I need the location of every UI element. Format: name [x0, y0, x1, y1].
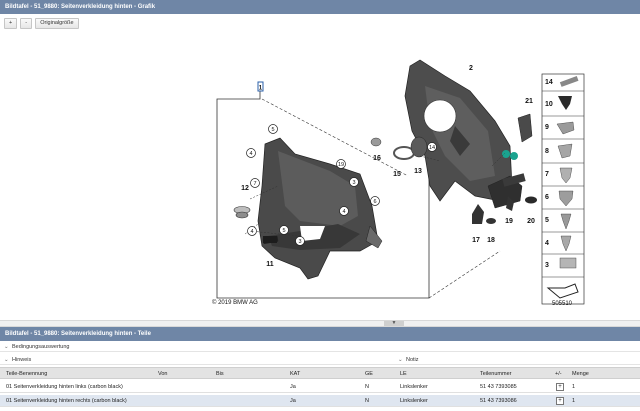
callout-15[interactable]: 15: [393, 171, 401, 178]
chevron-down-icon: ⌄: [4, 357, 9, 363]
callout-2[interactable]: 2: [469, 65, 473, 72]
col-header-le[interactable]: LE: [400, 368, 407, 380]
add-to-cart-button[interactable]: +: [556, 383, 564, 391]
callout-12[interactable]: 12: [241, 185, 249, 192]
callout-18[interactable]: 18: [487, 237, 495, 244]
hints-label: Hinweis: [12, 357, 32, 363]
callout-5[interactable]: 5: [271, 127, 274, 133]
parts-table-header: Teile-Benennung Von Bis KAT GE LE Teilen…: [0, 367, 640, 379]
part-number: 51 43 7393086: [480, 398, 517, 404]
chevron-down-icon: ⌄: [398, 357, 403, 363]
col-header-quantity[interactable]: Menge: [572, 368, 589, 380]
conditions-section[interactable]: ⌄ Bedingungsauswertung: [0, 343, 640, 352]
parts-diagram[interactable]: 1 5 4 7 19 3 6 4 4 3 5 14 12 11 2 21 16 …: [0, 36, 640, 319]
table-row[interactable]: 01 Seitenverkleidung hinten rechts (carb…: [0, 395, 640, 407]
part-le: Linkslenker: [400, 384, 428, 390]
hints-toggle[interactable]: ⌄ Hinweis: [4, 355, 31, 365]
legend-num-4: 4: [545, 240, 549, 247]
callout-4[interactable]: 4: [249, 151, 252, 157]
copyright-text: © 2019 BMW AG: [212, 299, 258, 306]
legend-num-10: 10: [545, 101, 553, 108]
zoom-out-button[interactable]: -: [20, 18, 33, 29]
trim-assembly-drawing: [370, 59, 537, 224]
part-name: 01 Seitenverkleidung hinten links (carbo…: [6, 384, 123, 390]
callout-19[interactable]: 19: [338, 162, 344, 168]
callout-20[interactable]: 20: [527, 218, 535, 225]
callout-17[interactable]: 17: [472, 237, 480, 244]
part-kat: Ja: [290, 398, 296, 404]
col-header-kat[interactable]: KAT: [290, 368, 300, 380]
parts-panel-title: Bildtafel - 51_9880: Seitenverkleidung h…: [0, 327, 640, 341]
part-kat: Ja: [290, 384, 296, 390]
legend-num-6: 6: [545, 194, 549, 201]
legend-num-8: 8: [545, 148, 549, 155]
conditions-label: Bedingungsauswertung: [12, 344, 70, 350]
col-header-name[interactable]: Teile-Benennung: [6, 368, 47, 380]
legend-num-14: 14: [545, 79, 553, 86]
legend-num-7: 7: [545, 171, 549, 178]
part-name: 01 Seitenverkleidung hinten rechts (carb…: [6, 398, 127, 404]
original-size-button[interactable]: Originalgröße: [35, 18, 79, 29]
col-header-bis[interactable]: Bis: [216, 368, 224, 380]
hints-notes-row: ⌄ Hinweis ⌄ Notiz: [0, 355, 640, 365]
callout-4-b[interactable]: 4: [342, 209, 345, 215]
part-le: Linkslenker: [400, 398, 428, 404]
chevron-down-icon: ⌄: [4, 344, 9, 350]
col-header-von[interactable]: Von: [158, 368, 167, 380]
callout-14[interactable]: 14: [429, 145, 435, 151]
callout-11[interactable]: 11: [266, 261, 274, 268]
notes-toggle[interactable]: ⌄ Notiz: [398, 355, 419, 365]
callout-5-b[interactable]: 5: [282, 228, 285, 234]
part-ge: N: [365, 384, 369, 390]
callout-3[interactable]: 3: [352, 180, 355, 186]
callout-13[interactable]: 13: [414, 168, 422, 175]
part-quantity: 1: [572, 384, 576, 390]
callout-6[interactable]: 6: [373, 199, 376, 205]
callout-16[interactable]: 16: [373, 155, 381, 162]
part-ge: N: [365, 398, 369, 404]
callout-21[interactable]: 21: [525, 98, 533, 105]
legend-num-5: 5: [545, 217, 549, 224]
col-header-plusminus[interactable]: +/-: [555, 368, 562, 380]
add-to-cart-button[interactable]: +: [556, 397, 564, 405]
image-number: 505510: [552, 301, 573, 307]
callout-7[interactable]: 7: [253, 181, 256, 187]
legend-num-3: 3: [545, 262, 549, 269]
graphic-panel-title: Bildtafel - 51_9880: Seitenverkleidung h…: [0, 0, 640, 14]
collapse-arrow-icon[interactable]: ▼: [384, 321, 404, 326]
parts-legend-column: [541, 73, 585, 305]
side-trim-panel-drawing: [233, 137, 383, 280]
callout-4-c[interactable]: 4: [250, 229, 253, 235]
callout-19-b[interactable]: 19: [505, 218, 513, 225]
notes-label: Notiz: [406, 357, 419, 363]
panel-splitter[interactable]: ▼: [0, 320, 640, 327]
graphic-toolbar: + - Originalgröße: [4, 18, 79, 30]
callout-3-b[interactable]: 3: [298, 239, 301, 245]
col-header-ge[interactable]: GE: [365, 368, 373, 380]
part-number: 51 43 7393085: [480, 384, 517, 390]
table-row[interactable]: 01 Seitenverkleidung hinten links (carbo…: [0, 381, 640, 393]
zoom-in-button[interactable]: +: [4, 18, 18, 29]
col-header-partnumber[interactable]: Teilenummer: [480, 368, 511, 380]
legend-num-9: 9: [545, 124, 549, 131]
part-quantity: 1: [572, 398, 576, 404]
